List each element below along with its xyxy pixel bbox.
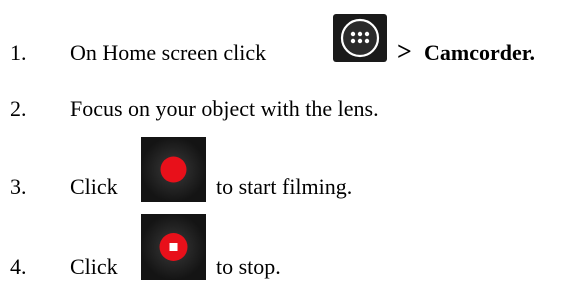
step-text: Focus on your object with the lens. [70, 96, 379, 121]
stop-text: to stop. [216, 254, 281, 279]
step-4: 4. Click to stop. [0, 0, 570, 280]
step-number: 4. [10, 254, 27, 279]
camcorder-label: Camcorder. [424, 40, 535, 65]
click-text: Click [70, 254, 118, 279]
step-number: 2. [10, 96, 27, 121]
record-start-icon [141, 137, 206, 202]
step-number: 3. [10, 174, 27, 199]
step-text: On Home screen click [70, 40, 267, 65]
step-number: 1. [10, 40, 27, 65]
click-text: Click [70, 174, 118, 199]
arrow-separator: > [397, 37, 412, 66]
record-stop-icon [141, 214, 206, 280]
start-filming-text: to start filming. [216, 174, 353, 199]
